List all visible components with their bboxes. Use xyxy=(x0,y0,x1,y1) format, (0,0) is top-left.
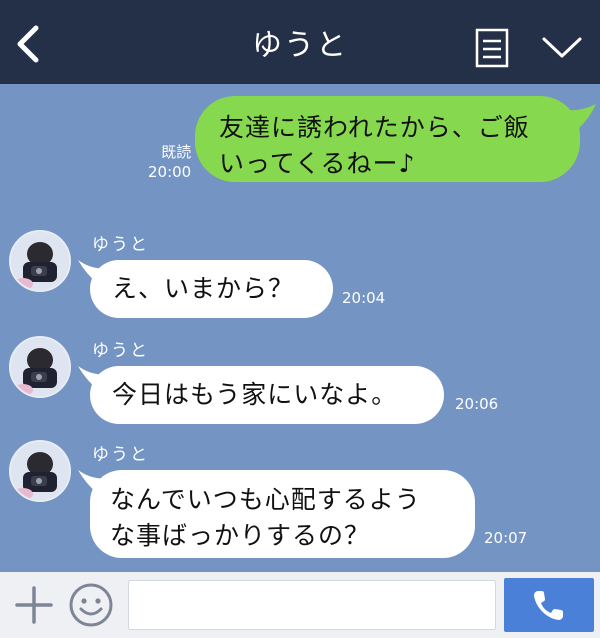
avatar[interactable] xyxy=(9,440,71,502)
message-line: いってくるねー♪ xyxy=(219,149,416,178)
message-line: 今日はもう家にいなよ。 xyxy=(112,380,398,409)
message-time: 20:07 xyxy=(484,529,528,547)
incoming-message-bubble[interactable]: なんでいつも心配するよう な事ばっかりするの？ xyxy=(90,470,475,558)
avatar[interactable] xyxy=(9,230,71,292)
message-line: な事ばっかりするの？ xyxy=(110,521,371,550)
sender-name: ゆうと xyxy=(92,341,149,361)
outgoing-message-bubble[interactable]: 友達に誘われたから、ご飯 いってくるねー♪ xyxy=(195,96,580,182)
message-time: 20:04 xyxy=(342,289,386,307)
collapse-button[interactable] xyxy=(540,34,584,60)
chat-area[interactable]: 既読 20:00 友達に誘われたから、ご飯 いってくるねー♪ ゆうと え、いまか… xyxy=(0,84,600,572)
emoji-button[interactable] xyxy=(68,582,114,628)
document-list-icon xyxy=(475,28,509,68)
incoming-message-bubble[interactable]: 今日はもう家にいなよ。 xyxy=(90,366,444,424)
add-attachment-button[interactable] xyxy=(14,585,54,625)
back-button[interactable] xyxy=(12,24,48,64)
avatar[interactable] xyxy=(9,336,71,398)
message-input[interactable] xyxy=(128,580,496,630)
smiley-icon xyxy=(69,583,113,627)
call-button[interactable] xyxy=(504,578,594,632)
read-label: 既読 xyxy=(161,143,192,161)
phone-icon xyxy=(534,591,563,620)
plus-icon xyxy=(15,586,53,624)
message-line: なんでいつも心配するよう xyxy=(110,485,421,514)
profile-photo-icon xyxy=(11,338,69,396)
message-time: 20:06 xyxy=(455,395,499,413)
chat-title: ゆうと xyxy=(252,28,348,63)
profile-photo-icon xyxy=(11,232,69,290)
sender-name: ゆうと xyxy=(92,235,149,255)
sender-name: ゆうと xyxy=(92,445,149,465)
incoming-message-bubble[interactable]: え、いまから？ xyxy=(90,260,333,318)
chevron-down-icon xyxy=(542,37,582,58)
input-bar xyxy=(0,572,600,638)
message-time: 20:00 xyxy=(148,163,192,181)
message-line: 友達に誘われたから、ご飯 xyxy=(219,113,530,142)
message-line: え、いまから？ xyxy=(112,274,295,303)
chevron-left-icon xyxy=(17,25,39,63)
menu-button[interactable] xyxy=(474,28,510,68)
read-status: 既読 20:00 xyxy=(148,142,191,182)
chat-header: ゆうと xyxy=(0,0,600,84)
profile-photo-icon xyxy=(11,442,69,500)
